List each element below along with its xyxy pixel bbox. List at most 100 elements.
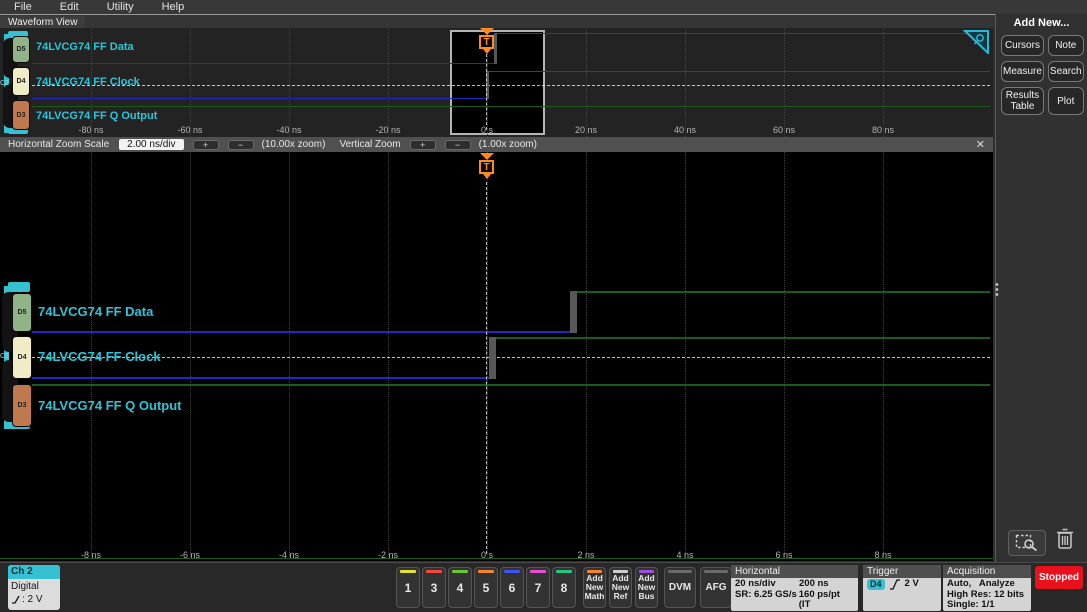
vertical-zoom-factor: (1.00x zoom)	[478, 139, 537, 150]
button-stripe	[587, 570, 602, 573]
menu-file[interactable]: File	[14, 1, 32, 13]
channel-button-1[interactable]: 1	[396, 567, 420, 608]
gridline-vertical	[883, 152, 884, 559]
overview-zoom-box[interactable]	[450, 30, 545, 135]
trigger-settings-panel[interactable]: Trigger D4 2 V	[863, 565, 941, 611]
gridline-vertical	[685, 28, 686, 137]
trigger-position-line	[486, 182, 487, 554]
badge-d5[interactable]: D5	[12, 293, 32, 332]
axis-tick-label: 40 ns	[673, 125, 697, 135]
stopped-button[interactable]: Stopped	[1035, 566, 1083, 589]
channel-button-3[interactable]: 3	[422, 567, 446, 608]
badge-d3[interactable]: D3	[12, 100, 30, 130]
waveform-segment	[577, 291, 990, 293]
overview-waveform-area[interactable]: T C2 D5 D4 D3 74LVCG74 FF Data 74LVCG74 …	[0, 28, 993, 137]
badge-d4[interactable]: D4	[12, 67, 30, 96]
waveform-segment	[496, 337, 990, 339]
channel-button-label: 8	[560, 580, 568, 595]
zoom-overlay-icon[interactable]	[963, 30, 989, 54]
channel-button-label: 1	[404, 580, 412, 595]
axis-tick-label: 6 ns	[775, 550, 793, 560]
vertical-zoom-in-button[interactable]: +	[409, 139, 436, 150]
add-button-label: Add New Math	[584, 573, 605, 601]
dvm-button[interactable]: DVM	[664, 567, 696, 608]
channel-button-6[interactable]: 6	[500, 567, 524, 608]
channel-2-info: Digital : 2 V	[8, 579, 60, 607]
channel-button-label: 7	[534, 580, 542, 595]
waveform-segment	[489, 71, 990, 72]
cursors-button[interactable]: Cursors	[1001, 35, 1044, 56]
horizontal-zoom-out-button[interactable]: −	[227, 139, 254, 150]
channel-button-5[interactable]: 5	[474, 567, 498, 608]
add-new-ref-button[interactable]: Add New Ref	[609, 567, 632, 608]
channel-button-7[interactable]: 7	[526, 567, 550, 608]
badge-d3[interactable]: D3	[12, 384, 32, 427]
right-panel: Add New... Cursors Note Measure Search R…	[995, 14, 1087, 562]
waveform-segment	[32, 106, 990, 107]
channel-button-label: 3	[430, 580, 438, 595]
acquisition-settings-panel[interactable]: Acquisition Auto, Analyze High Res: 12 b…	[943, 565, 1031, 611]
trigger-marker-overview[interactable]: T	[479, 28, 496, 54]
panel-grip-handle[interactable]: • • •	[995, 280, 999, 301]
selected-channel-dashed-line	[32, 357, 990, 358]
add-new-bus-button[interactable]: Add New Bus	[635, 567, 658, 608]
gridline-vertical	[388, 28, 389, 137]
channel-2-badge[interactable]: Ch 2 Digital : 2 V	[8, 565, 60, 610]
channel-label-clock[interactable]: 74LVCG74 FF Clock	[38, 349, 161, 364]
add-new-math-button[interactable]: Add New Math	[583, 567, 606, 608]
menu-edit[interactable]: Edit	[60, 1, 79, 13]
badge-d4[interactable]: D4	[12, 336, 32, 379]
horizontal-settings-panel[interactable]: Horizontal 20 ns/div 200 ns SR: 6.25 GS/s…	[731, 565, 858, 611]
horizontal-zoom-scale-value[interactable]: 2.00 ns/div	[119, 139, 184, 150]
gridline-vertical	[289, 28, 290, 137]
channel-2-name: Ch 2	[8, 565, 60, 579]
channel-color-stripe	[530, 570, 546, 573]
gridline-vertical	[487, 152, 488, 559]
trash-button[interactable]	[1055, 527, 1075, 556]
results-table-button[interactable]: Results Table	[1001, 87, 1044, 115]
axis-tick-label: -60 ns	[177, 125, 203, 135]
waveform-transition-edge	[570, 291, 578, 333]
channel-button-label: 4	[456, 580, 464, 595]
horizontal-title: Horizontal	[731, 565, 858, 578]
gridline-vertical	[586, 152, 587, 559]
trigger-tip-icon	[483, 49, 491, 54]
horizontal-zoom-factor: (10.00x zoom)	[261, 139, 326, 150]
axis-tick-label: -4 ns	[278, 550, 299, 560]
axis-tick-label: 4 ns	[676, 550, 694, 560]
channel-label-q-output[interactable]: 74LVCG74 FF Q Output	[36, 110, 157, 122]
channel-label-q-output[interactable]: 74LVCG74 FF Q Output	[38, 398, 182, 413]
horizontal-zoom-in-button[interactable]: +	[192, 139, 219, 150]
search-button[interactable]: Search	[1047, 61, 1084, 82]
trigger-arrow-icon	[480, 28, 494, 35]
axis-tick-label: -8 ns	[80, 550, 101, 560]
add-button-label: Add New Ref	[611, 573, 630, 601]
digital-group-top-tab[interactable]	[8, 282, 30, 292]
button-stripe	[639, 570, 654, 573]
waveform-transition-edge	[489, 337, 497, 379]
trigger-marker-main[interactable]: T	[479, 153, 496, 179]
menu-help[interactable]: Help	[162, 1, 185, 13]
channel-button-8[interactable]: 8	[552, 567, 576, 608]
zoom-mode-button[interactable]	[1008, 530, 1046, 556]
plot-button[interactable]: Plot	[1047, 87, 1084, 115]
menu-utility[interactable]: Utility	[107, 1, 134, 13]
add-button-label: Add New Bus	[637, 573, 656, 601]
button-stripe	[613, 570, 628, 573]
badge-d5[interactable]: D5	[12, 36, 30, 63]
note-button[interactable]: Note	[1047, 35, 1084, 56]
channel-button-4[interactable]: 4	[448, 567, 472, 608]
vertical-zoom-out-button[interactable]: −	[444, 139, 471, 150]
close-zoom-icon[interactable]: ✕	[976, 138, 985, 151]
measure-button[interactable]: Measure	[1001, 61, 1044, 82]
channel-label-clock[interactable]: 74LVCG74 FF Clock	[36, 76, 140, 88]
channel-label-data[interactable]: 74LVCG74 FF Data	[36, 41, 134, 53]
channel-label-data[interactable]: 74LVCG74 FF Data	[38, 304, 153, 319]
main-waveform-area[interactable]: T C2 D5 D4 D3 74LVCG74 FF Data 74LVCG74 …	[0, 152, 993, 561]
zoom-control-bar: Horizontal Zoom Scale 2.00 ns/div + − (1…	[0, 137, 993, 152]
bottom-settings-bar: Ch 2 Digital : 2 V 1 3 4 5 6 7 8 Add New Math Ad…	[0, 562, 1087, 612]
button-stripe	[668, 570, 692, 573]
threshold-slope-icon	[12, 595, 20, 604]
axis-tick-label: 8 ns	[874, 550, 892, 560]
afg-button[interactable]: AFG	[700, 567, 732, 608]
